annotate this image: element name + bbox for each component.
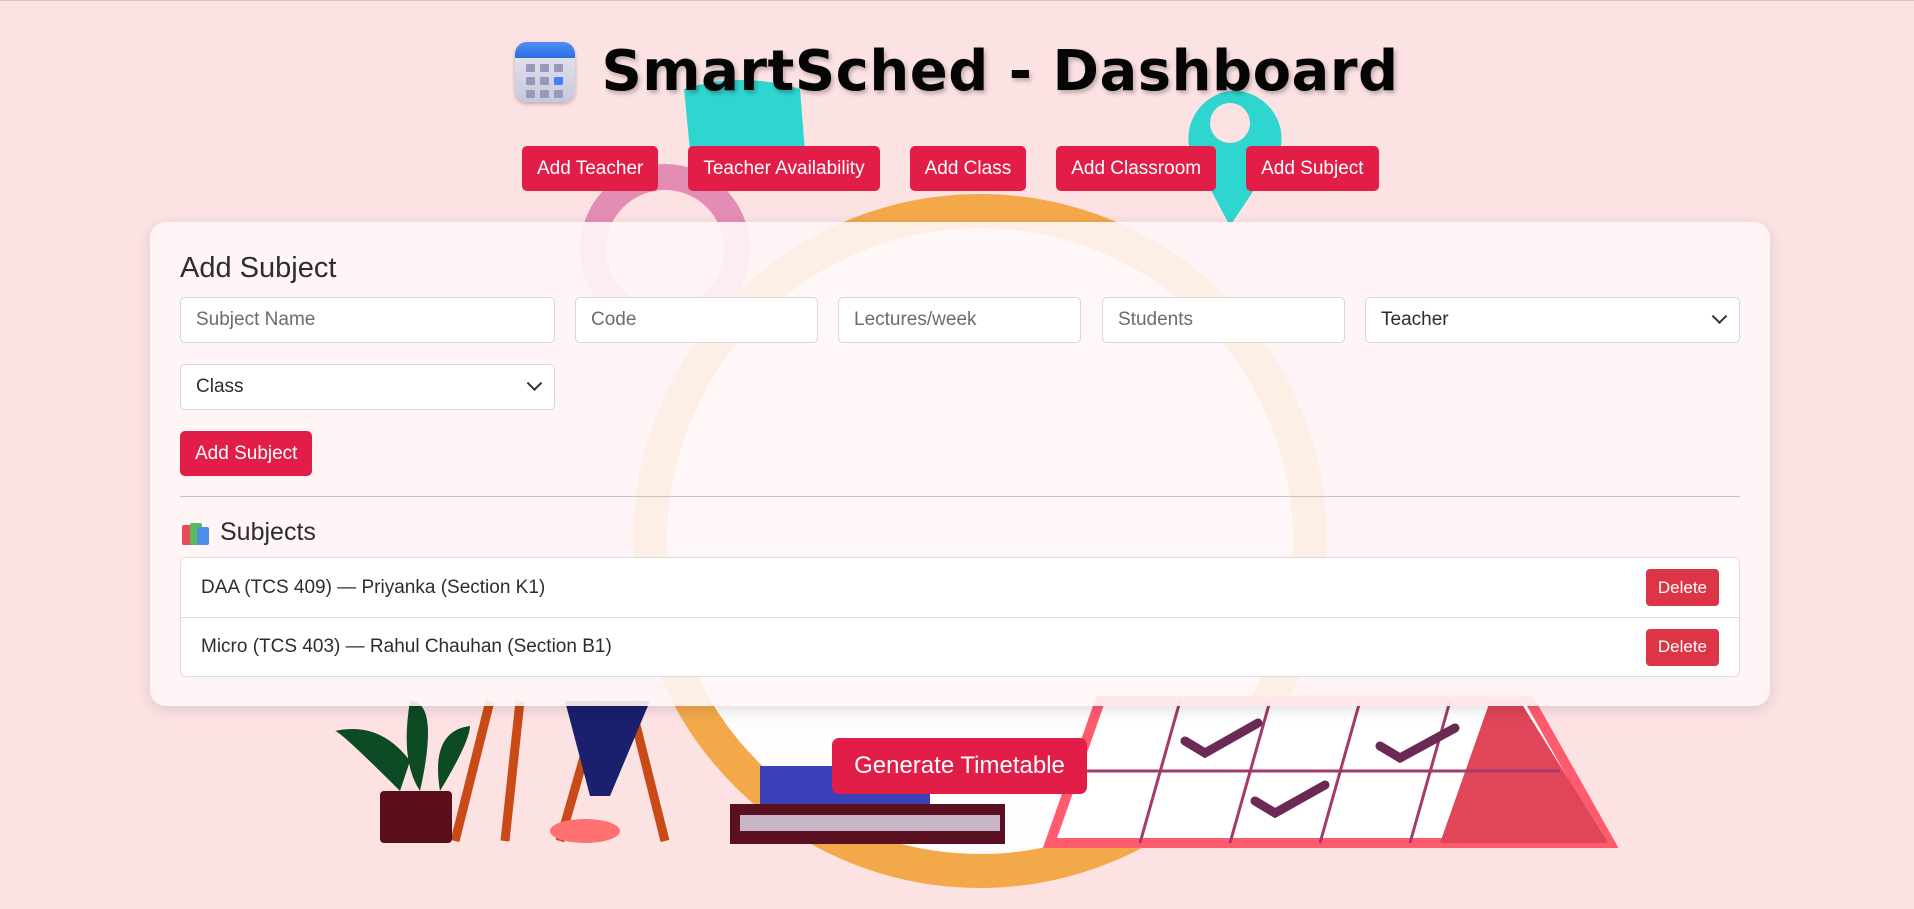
page-header: SmartSched - Dashboard <box>0 39 1914 104</box>
teacher-availability-button[interactable]: Teacher Availability <box>688 146 880 191</box>
chevron-down-icon <box>526 374 543 391</box>
teacher-select[interactable]: Teacher <box>1365 297 1740 343</box>
class-select[interactable]: Class <box>180 364 555 410</box>
add-subject-button[interactable]: Add Subject <box>180 431 313 476</box>
delete-button[interactable]: Delete <box>1645 628 1719 666</box>
subjects-heading-label: Subjects <box>220 518 316 546</box>
page-title: SmartSched - Dashboard <box>601 39 1399 104</box>
add-teacher-button[interactable]: Add Teacher <box>522 146 659 191</box>
add-classroom-button[interactable]: Add Classroom <box>1056 146 1217 191</box>
lectures-per-week-input[interactable]: Lectures/week <box>838 297 1081 343</box>
subject-text: Micro (TCS 403) — Rahul Chauhan (Section… <box>201 636 612 657</box>
divider <box>180 496 1740 497</box>
list-item: DAA (TCS 409) — Priyanka (Section K1) De… <box>181 558 1739 617</box>
add-class-button[interactable]: Add Class <box>909 146 1027 191</box>
top-nav: Add Teacher Teacher Availability Add Cla… <box>522 146 1379 191</box>
list-item: Micro (TCS 403) — Rahul Chauhan (Section… <box>181 617 1739 676</box>
code-input[interactable]: Code <box>575 297 818 343</box>
students-input[interactable]: Students <box>1102 297 1345 343</box>
teacher-select-value: Teacher <box>1381 309 1449 330</box>
subjects-list: DAA (TCS 409) — Priyanka (Section K1) De… <box>180 557 1740 677</box>
subject-name-input[interactable]: Subject Name <box>180 297 555 343</box>
add-subject-card: Add Subject Subject Name Code Lectures/w… <box>150 222 1770 706</box>
subjects-heading: Subjects <box>182 518 316 547</box>
class-select-value: Class <box>196 376 244 397</box>
books-icon <box>182 521 210 545</box>
add-subject-nav-button[interactable]: Add Subject <box>1246 146 1379 191</box>
chevron-down-icon <box>1711 307 1728 324</box>
card-title: Add Subject <box>180 252 337 284</box>
generate-timetable-button[interactable]: Generate Timetable <box>832 738 1087 794</box>
delete-button[interactable]: Delete <box>1645 569 1719 606</box>
subject-text: DAA (TCS 409) — Priyanka (Section K1) <box>201 576 546 598</box>
calendar-icon <box>515 41 576 102</box>
